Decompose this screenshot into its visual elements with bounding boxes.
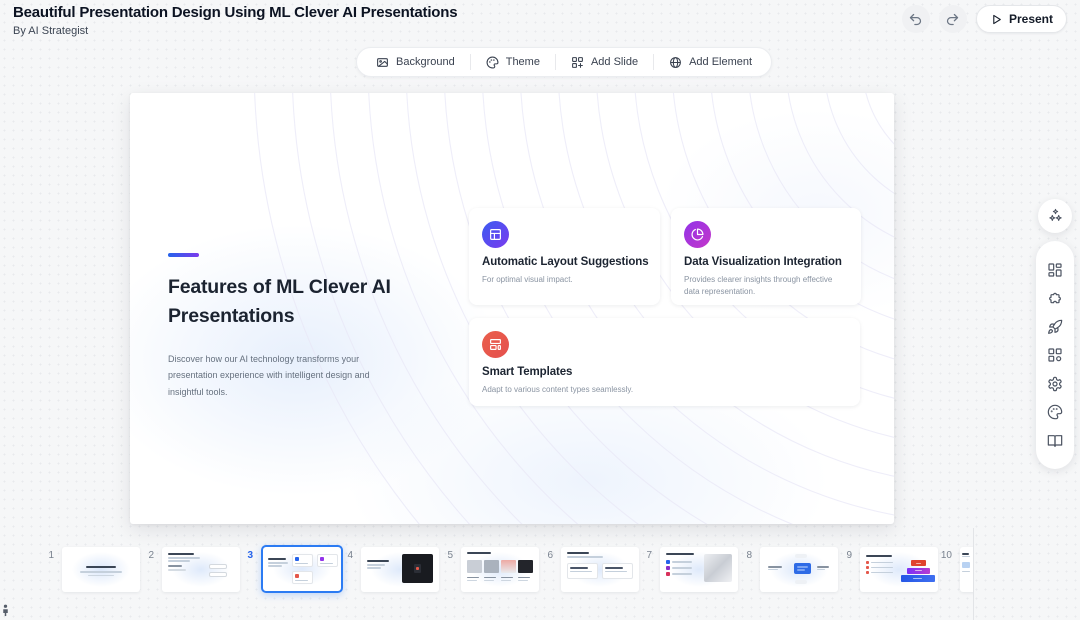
slide-number: 3 bbox=[239, 550, 253, 561]
slide-thumbnail-1[interactable] bbox=[62, 547, 140, 592]
card-description: Adapt to various content types seamlessl… bbox=[482, 384, 847, 396]
slide-number: 1 bbox=[40, 550, 54, 561]
corner-person-glyph bbox=[1, 604, 10, 616]
filmstrip-unit: 7 bbox=[638, 547, 738, 592]
slide-number: 7 bbox=[638, 550, 652, 561]
filmstrip-divider bbox=[973, 528, 974, 620]
present-button[interactable]: Present bbox=[976, 5, 1067, 33]
layout-icon bbox=[482, 221, 509, 248]
filmstrip-unit: 9 bbox=[838, 547, 938, 592]
play-icon bbox=[990, 13, 1003, 26]
slide-thumbnail-7[interactable] bbox=[660, 547, 738, 592]
present-label: Present bbox=[1009, 12, 1053, 26]
feature-card-data-visualization[interactable]: Data Visualization Integration Provides … bbox=[671, 208, 861, 305]
add-slide-label: Add Slide bbox=[591, 56, 638, 68]
add-slide-button[interactable]: Add Slide bbox=[556, 48, 653, 76]
card-title: Data Visualization Integration bbox=[684, 256, 848, 268]
card-title: Smart Templates bbox=[482, 366, 847, 378]
redo-icon bbox=[945, 12, 960, 27]
slide-thumbnail-10[interactable] bbox=[960, 547, 973, 592]
page-title: Beautiful Presentation Design Using ML C… bbox=[13, 4, 457, 21]
right-toolbar bbox=[1036, 241, 1074, 469]
filmstrip-unit: 1 bbox=[40, 547, 140, 592]
filmstrip-unit: 4 bbox=[339, 547, 439, 592]
document-info: Beautiful Presentation Design Using ML C… bbox=[13, 4, 457, 37]
theme-label: Theme bbox=[506, 56, 540, 68]
filmstrip-unit: 6 bbox=[539, 547, 639, 592]
filmstrip-unit: 10 bbox=[938, 547, 973, 592]
slide-filmstrip: 1 2 3 bbox=[0, 528, 973, 620]
grid-tool-button[interactable] bbox=[1047, 347, 1063, 363]
slide-thumbnail-9[interactable] bbox=[860, 547, 938, 592]
card-description: Provides clearer insights through effect… bbox=[684, 274, 848, 298]
add-slide-icon bbox=[571, 56, 584, 69]
feature-card-smart-templates[interactable]: Smart Templates Adapt to various content… bbox=[469, 318, 860, 406]
theme-button[interactable]: Theme bbox=[471, 48, 555, 76]
header-actions: Present bbox=[902, 5, 1067, 33]
slide-number: 4 bbox=[339, 550, 353, 561]
add-element-icon bbox=[669, 56, 682, 69]
slide-number: 8 bbox=[738, 550, 752, 561]
slide-description[interactable]: Discover how our AI technology transform… bbox=[168, 351, 374, 401]
editor-toolbar: Background Theme Add Slide Add Element bbox=[356, 47, 772, 77]
book-icon bbox=[1047, 433, 1063, 449]
accent-line bbox=[168, 253, 199, 257]
feature-card-automatic-layout[interactable]: Automatic Layout Suggestions For optimal… bbox=[469, 208, 660, 305]
slide-heading[interactable]: Features of ML Clever AI Presentations bbox=[168, 273, 436, 332]
slide-number: 10 bbox=[938, 550, 952, 561]
dashboard-icon bbox=[1047, 262, 1063, 278]
add-element-label: Add Element bbox=[689, 56, 752, 68]
filmstrip-unit: 8 bbox=[738, 547, 838, 592]
add-element-button[interactable]: Add Element bbox=[654, 48, 767, 76]
card-description: For optimal visual impact. bbox=[482, 274, 647, 286]
slide-canvas[interactable]: Features of ML Clever AI Presentations D… bbox=[130, 93, 894, 524]
slide-thumbnail-3[interactable] bbox=[261, 545, 343, 593]
image-icon bbox=[376, 56, 389, 69]
slide-thumbnail-4[interactable] bbox=[361, 547, 439, 592]
plugins-tool-button[interactable] bbox=[1047, 290, 1063, 306]
puzzle-icon bbox=[1047, 290, 1063, 306]
slide-number: 9 bbox=[838, 550, 852, 561]
byline: By AI Strategist bbox=[13, 25, 457, 37]
background-button[interactable]: Background bbox=[361, 48, 470, 76]
slide-thumbnail-5[interactable] bbox=[461, 547, 539, 592]
slide-thumbnail-6[interactable] bbox=[561, 547, 639, 592]
filmstrip-unit: 5 bbox=[439, 547, 539, 592]
slide-number: 2 bbox=[140, 550, 154, 561]
undo-icon bbox=[908, 12, 923, 27]
pie-chart-icon bbox=[684, 221, 711, 248]
undo-button[interactable] bbox=[902, 5, 930, 33]
slide-number: 6 bbox=[539, 550, 553, 561]
filmstrip-unit-selected: 3 bbox=[239, 547, 343, 593]
card-title: Automatic Layout Suggestions bbox=[482, 256, 647, 268]
redo-button[interactable] bbox=[939, 5, 967, 33]
filmstrip-unit: 2 bbox=[140, 547, 240, 592]
palette-icon bbox=[486, 56, 499, 69]
theme-tool-button[interactable] bbox=[1047, 404, 1063, 420]
settings-tool-button[interactable] bbox=[1047, 376, 1063, 392]
launch-tool-button[interactable] bbox=[1047, 319, 1063, 335]
settings-icon bbox=[1047, 376, 1063, 392]
background-label: Background bbox=[396, 56, 455, 68]
ai-magic-button[interactable] bbox=[1038, 199, 1072, 233]
slide-thumbnail-2[interactable] bbox=[162, 547, 240, 592]
library-tool-button[interactable] bbox=[1047, 433, 1063, 449]
palette-icon bbox=[1047, 404, 1063, 420]
dashboard-tool-button[interactable] bbox=[1047, 262, 1063, 278]
sparkles-icon bbox=[1047, 208, 1064, 225]
rocket-icon bbox=[1047, 319, 1063, 335]
slide-thumbnail-8[interactable] bbox=[760, 547, 838, 592]
slide-number: 5 bbox=[439, 550, 453, 561]
slide-text-block: Features of ML Clever AI Presentations D… bbox=[168, 253, 436, 400]
grid-icon bbox=[1047, 347, 1063, 363]
template-icon bbox=[482, 331, 509, 358]
